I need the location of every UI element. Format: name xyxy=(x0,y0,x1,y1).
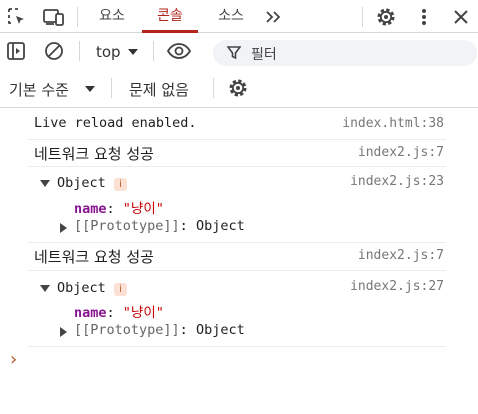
console-message-text: 네트워크 요청 성공 xyxy=(34,248,154,266)
property-separator: : xyxy=(106,201,115,217)
console-prompt-chevron: › xyxy=(10,349,18,370)
console-input[interactable] xyxy=(28,350,468,374)
settings-gear-icon[interactable] xyxy=(374,5,398,29)
collapsed-triangle-icon[interactable] xyxy=(59,326,67,338)
object-property: name: "냥이" xyxy=(74,197,164,217)
log-levels-dropdown[interactable]: 기본 수준 xyxy=(9,79,69,100)
divider xyxy=(79,41,80,61)
divider xyxy=(362,7,363,27)
filter-funnel-icon xyxy=(226,45,242,61)
object-property: name: "냥이" xyxy=(74,301,164,321)
inspect-element-icon[interactable] xyxy=(6,6,28,28)
device-toolbar-icon[interactable] xyxy=(41,6,67,28)
chevron-down-icon[interactable] xyxy=(126,45,140,59)
source-link[interactable]: index2.js:27 xyxy=(350,279,444,294)
more-tabs-icon[interactable] xyxy=(262,6,286,28)
info-badge[interactable]: i xyxy=(114,178,127,191)
divider xyxy=(213,78,214,98)
more-options-icon[interactable] xyxy=(414,5,434,29)
console-message-text: Live reload enabled. xyxy=(34,115,197,131)
property-separator: : xyxy=(106,305,115,321)
filter-placeholder: 필터 xyxy=(251,47,277,63)
row-divider xyxy=(28,346,446,347)
prototype-key: [[Prototype]] xyxy=(74,218,180,234)
live-expression-eye-icon[interactable] xyxy=(164,40,194,62)
row-divider xyxy=(28,270,446,271)
devtools-tab-bar: 요소 콘솔 소스 xyxy=(0,0,478,33)
source-link[interactable]: index.html:38 xyxy=(342,116,444,131)
row-divider xyxy=(28,166,446,167)
tab-console[interactable]: 콘솔 xyxy=(142,0,198,33)
tab-elements[interactable]: 요소 xyxy=(88,0,136,33)
prototype-separator: : xyxy=(179,322,188,338)
row-divider xyxy=(28,139,446,140)
property-key: name xyxy=(74,305,107,321)
tab-sources[interactable]: 소스 xyxy=(206,0,256,33)
source-link[interactable]: index2.js:23 xyxy=(350,174,444,189)
prototype-value: Object xyxy=(195,218,245,234)
prototype-separator: : xyxy=(179,218,188,234)
prototype-value: Object xyxy=(195,322,245,338)
chevron-down-icon[interactable] xyxy=(83,82,97,96)
info-badge[interactable]: i xyxy=(114,283,127,296)
prototype-row[interactable]: [[Prototype]]: Object xyxy=(74,322,245,338)
issues-label: 문제 없음 xyxy=(129,81,189,99)
filter-input[interactable]: 필터 xyxy=(213,40,477,66)
object-label[interactable]: Object xyxy=(57,175,106,191)
issues-counter[interactable]: 문제 없음 xyxy=(129,79,189,100)
collapsed-triangle-icon[interactable] xyxy=(59,222,67,234)
divider xyxy=(111,78,112,98)
source-link[interactable]: index2.js:7 xyxy=(358,145,444,160)
prototype-key: [[Prototype]] xyxy=(74,322,180,338)
context-selector[interactable]: top xyxy=(96,43,121,61)
clear-console-icon[interactable] xyxy=(43,40,65,62)
prototype-row[interactable]: [[Prototype]]: Object xyxy=(74,218,245,234)
close-icon[interactable] xyxy=(450,5,472,29)
source-link[interactable]: index2.js:7 xyxy=(358,248,444,263)
property-value: "냥이" xyxy=(122,201,164,217)
row-divider xyxy=(28,242,446,243)
log-levels-label: 기본 수준 xyxy=(9,81,69,99)
expand-triangle-icon[interactable] xyxy=(40,179,50,189)
divider xyxy=(153,41,154,61)
console-settings-gear-icon[interactable] xyxy=(226,76,250,100)
console-message-text: 네트워크 요청 성공 xyxy=(34,145,154,163)
expand-triangle-icon[interactable] xyxy=(40,284,50,294)
property-value: "냥이" xyxy=(122,305,164,321)
context-selector-value: top xyxy=(96,43,121,61)
object-label[interactable]: Object xyxy=(57,280,106,296)
console-levels-toolbar: 기본 수준 문제 없음 xyxy=(0,70,478,108)
property-key: name xyxy=(74,201,107,217)
sidebar-toggle-icon[interactable] xyxy=(5,40,27,62)
divider xyxy=(77,7,78,27)
